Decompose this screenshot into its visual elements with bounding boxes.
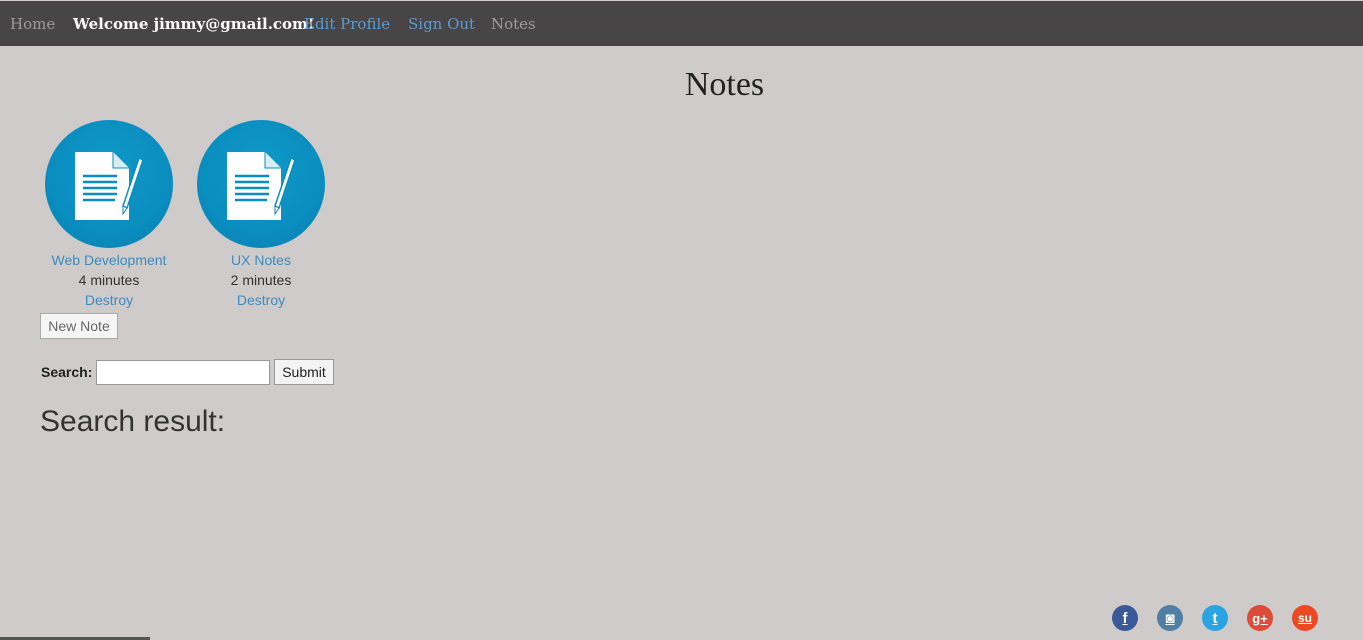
facebook-icon[interactable]: f [1112, 605, 1138, 631]
nav-welcome-text: Welcome jimmy@gmail.com! [73, 14, 315, 33]
new-note-button[interactable]: New Note [40, 313, 118, 339]
search-result-heading: Search result: [40, 405, 226, 438]
note-destroy-link[interactable]: Destroy [34, 290, 184, 310]
instagram-icon[interactable]: ◙ [1157, 605, 1183, 631]
note-title-link[interactable]: Web Development [34, 250, 184, 270]
document-edit-icon[interactable] [197, 120, 325, 248]
search-label: Search: [41, 364, 93, 380]
top-navbar: Home Welcome jimmy@gmail.com! Edit Profi… [0, 1, 1363, 46]
stumbleupon-icon[interactable]: su [1292, 605, 1318, 631]
nav-edit-profile-link[interactable]: Edit Profile [304, 15, 390, 33]
nav-notes-link[interactable]: Notes [491, 15, 536, 33]
note-title-link[interactable]: UX Notes [186, 250, 336, 270]
document-edit-icon[interactable] [45, 120, 173, 248]
note-card: Web Development 4 minutes Destroy [34, 120, 184, 310]
note-time: 4 minutes [78, 272, 140, 288]
twitter-icon[interactable]: t [1202, 605, 1228, 631]
nav-sign-out-link[interactable]: Sign Out [408, 15, 475, 33]
note-card: UX Notes 2 minutes Destroy [186, 120, 336, 310]
page-title: Notes [684, 66, 765, 103]
google-plus-icon[interactable]: g+ [1247, 605, 1273, 631]
search-input[interactable] [96, 360, 270, 385]
note-time: 2 minutes [230, 272, 292, 288]
search-submit-button[interactable]: Submit [274, 359, 334, 385]
nav-home-link[interactable]: Home [10, 15, 55, 33]
note-destroy-link[interactable]: Destroy [186, 290, 336, 310]
